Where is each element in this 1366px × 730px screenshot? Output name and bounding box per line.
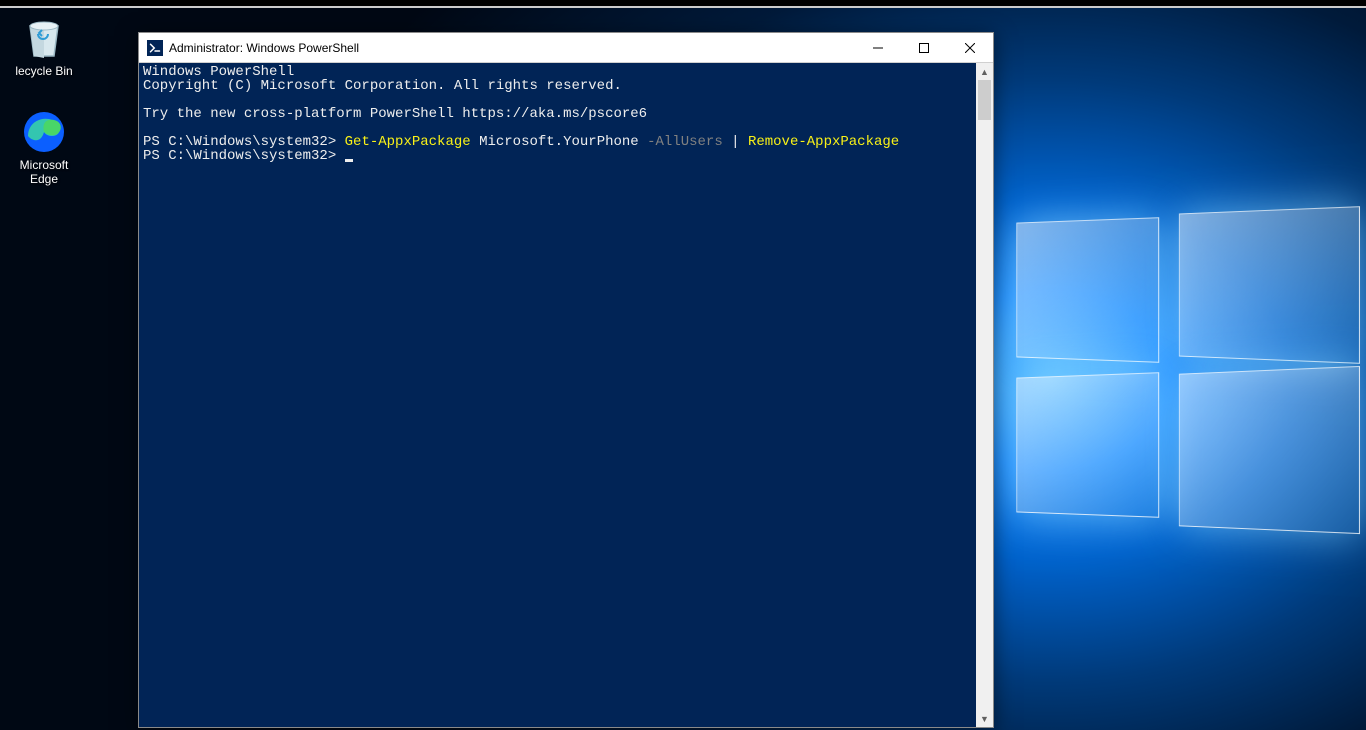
terminal-param: -AllUsers [647,134,723,150]
terminal-output[interactable]: Windows PowerShell Copyright (C) Microso… [139,63,976,727]
close-button[interactable] [947,33,993,62]
desktop-icon-edge[interactable]: Microsoft Edge [6,108,82,186]
terminal-cmdlet: Get-AppxPackage [345,134,471,150]
powershell-window: Administrator: Windows PowerShell Window… [138,32,994,728]
edge-icon [20,108,68,156]
minimize-button[interactable] [855,33,901,62]
terminal-cmdlet: Remove-AppxPackage [748,134,899,150]
desktop-icon-label: lecycle Bin [6,64,82,78]
desktop-icon-label: Microsoft Edge [6,158,82,186]
vertical-scrollbar[interactable]: ▲ ▼ [976,63,993,727]
powershell-icon [147,40,163,56]
terminal-pipe: | [723,134,748,150]
scrollbar-thumb[interactable] [978,80,991,120]
terminal-arg: Microsoft.YourPhone [471,134,647,150]
window-titlebar[interactable]: Administrator: Windows PowerShell [139,33,993,63]
scroll-up-button[interactable]: ▲ [976,63,993,80]
desktop-icon-recycle-bin[interactable]: lecycle Bin [6,14,82,78]
scroll-down-button[interactable]: ▼ [976,710,993,727]
recycle-bin-icon [20,14,68,62]
window-title: Administrator: Windows PowerShell [169,41,855,55]
maximize-button[interactable] [901,33,947,62]
windows-logo-backdrop [1010,220,1350,540]
terminal-cursor [345,159,353,162]
terminal-line: Try the new cross-platform PowerShell ht… [143,106,647,122]
terminal-prompt: PS C:\Windows\system32> [143,148,345,164]
terminal-line: Copyright (C) Microsoft Corporation. All… [143,78,622,94]
